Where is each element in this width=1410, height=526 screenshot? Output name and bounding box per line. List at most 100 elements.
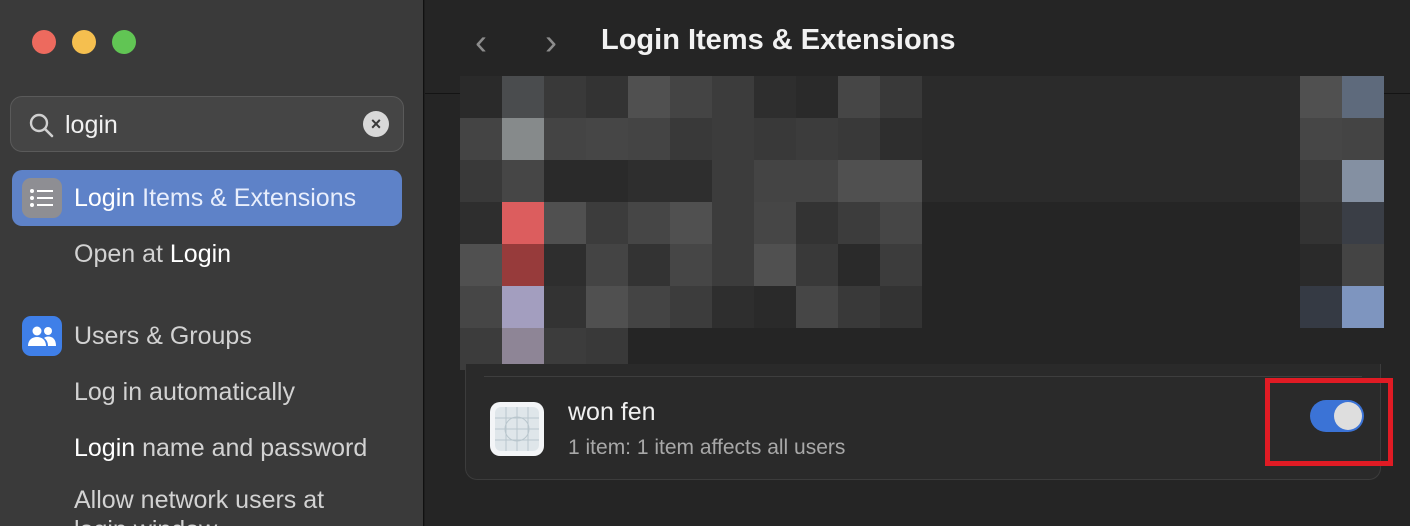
mosaic-cell bbox=[964, 76, 1006, 118]
mosaic-cell bbox=[1090, 202, 1132, 244]
mosaic-cell bbox=[628, 160, 670, 202]
mosaic-cell bbox=[460, 286, 502, 328]
mosaic-cell bbox=[1342, 244, 1384, 286]
mosaic-cell bbox=[796, 202, 838, 244]
mosaic-cell bbox=[838, 118, 880, 160]
mosaic-cell bbox=[1174, 202, 1216, 244]
mosaic-cell bbox=[880, 160, 922, 202]
mosaic-cell bbox=[1132, 160, 1174, 202]
mosaic-cell bbox=[670, 76, 712, 118]
mosaic-cell bbox=[502, 286, 544, 328]
mosaic-cell bbox=[754, 118, 796, 160]
mosaic-cell bbox=[628, 202, 670, 244]
mosaic-cell bbox=[628, 286, 670, 328]
mosaic-cell bbox=[586, 244, 628, 286]
close-button[interactable] bbox=[32, 30, 56, 54]
sidebar-sub-allow-network-users[interactable]: Allow network users at bbox=[74, 486, 324, 515]
mosaic-cell bbox=[712, 244, 754, 286]
mosaic-cell bbox=[1006, 160, 1048, 202]
forward-button[interactable]: › bbox=[531, 22, 571, 62]
mosaic-cell bbox=[1090, 160, 1132, 202]
mosaic-cell bbox=[544, 160, 586, 202]
mosaic-cell bbox=[670, 160, 712, 202]
mosaic-cell bbox=[754, 76, 796, 118]
sidebar-item-users-groups[interactable]: Users & Groups bbox=[12, 308, 402, 364]
back-button[interactable]: ‹ bbox=[461, 22, 501, 62]
mosaic-cell bbox=[922, 244, 964, 286]
mosaic-cell bbox=[1300, 160, 1342, 202]
mosaic-cell bbox=[880, 286, 922, 328]
mosaic-cell bbox=[1216, 118, 1258, 160]
sidebar-item-login-items[interactable]: Login Items & Extensions bbox=[12, 170, 402, 226]
sidebar-item-match: Login bbox=[74, 183, 136, 212]
mosaic-cell bbox=[922, 76, 964, 118]
mosaic-cell bbox=[628, 244, 670, 286]
mosaic-cell bbox=[922, 286, 964, 328]
zoom-button[interactable] bbox=[112, 30, 136, 54]
mosaic-cell bbox=[1216, 286, 1258, 328]
mosaic-cell bbox=[1216, 244, 1258, 286]
app-icon bbox=[490, 402, 544, 456]
mosaic-cell bbox=[712, 160, 754, 202]
sidebar-sub-label: Allow network users at bbox=[74, 486, 325, 514]
mosaic-cell bbox=[880, 76, 922, 118]
mosaic-cell bbox=[880, 118, 922, 160]
clear-search-icon[interactable]: × bbox=[363, 111, 389, 137]
mosaic-cell bbox=[1300, 202, 1342, 244]
sidebar-sub-login-name-password[interactable]: Login name and password bbox=[74, 434, 367, 463]
search-icon bbox=[29, 113, 54, 138]
mosaic-cell bbox=[754, 286, 796, 328]
mosaic-cell bbox=[544, 286, 586, 328]
sidebar-item-label: Items & Extensions bbox=[135, 183, 357, 212]
mosaic-cell bbox=[1132, 244, 1174, 286]
mosaic-cell bbox=[502, 244, 544, 286]
mosaic-cell bbox=[1048, 286, 1090, 328]
mosaic-cell bbox=[1006, 118, 1048, 160]
mosaic-cell bbox=[1132, 286, 1174, 328]
mosaic-cell bbox=[712, 202, 754, 244]
sidebar-sub-log-in-automatically[interactable]: Log in automatically bbox=[74, 378, 295, 407]
mosaic-cell bbox=[754, 202, 796, 244]
mosaic-cell bbox=[1048, 76, 1090, 118]
mosaic-cell bbox=[544, 244, 586, 286]
mosaic-cell bbox=[796, 160, 838, 202]
search-field[interactable]: × bbox=[10, 96, 404, 152]
mosaic-cell bbox=[1048, 160, 1090, 202]
mosaic-cell bbox=[628, 118, 670, 160]
mosaic-cell bbox=[1300, 118, 1342, 160]
mosaic-cell bbox=[670, 202, 712, 244]
mosaic-cell bbox=[1132, 76, 1174, 118]
mosaic-cell bbox=[1174, 244, 1216, 286]
mosaic-cell bbox=[1006, 202, 1048, 244]
mosaic-cell bbox=[1300, 76, 1342, 118]
mosaic-cell bbox=[922, 202, 964, 244]
mosaic-cell bbox=[1090, 76, 1132, 118]
mosaic-cell bbox=[544, 202, 586, 244]
mosaic-cell bbox=[586, 160, 628, 202]
mosaic-cell bbox=[796, 118, 838, 160]
highlight-annotation bbox=[1265, 378, 1393, 466]
mosaic-cell bbox=[502, 202, 544, 244]
divider bbox=[484, 376, 1362, 377]
mosaic-cell bbox=[586, 202, 628, 244]
mosaic-cell bbox=[1342, 76, 1384, 118]
sidebar-sub-label: Open at bbox=[74, 240, 170, 268]
mosaic-cell bbox=[1090, 118, 1132, 160]
sidebar-sub-label: Log in automatically bbox=[74, 378, 295, 406]
mosaic-cell bbox=[838, 160, 880, 202]
mosaic-cell bbox=[1090, 244, 1132, 286]
minimize-button[interactable] bbox=[72, 30, 96, 54]
mosaic-cell bbox=[586, 286, 628, 328]
mosaic-cell bbox=[754, 160, 796, 202]
mosaic-cell bbox=[964, 286, 1006, 328]
sidebar-sub-open-at-login[interactable]: Open at Login bbox=[74, 240, 231, 269]
mosaic-cell bbox=[460, 118, 502, 160]
mosaic-cell bbox=[1342, 118, 1384, 160]
mosaic-cell bbox=[1216, 160, 1258, 202]
mosaic-cell bbox=[964, 118, 1006, 160]
mosaic-cell bbox=[838, 286, 880, 328]
mosaic-cell bbox=[586, 118, 628, 160]
mosaic-cell bbox=[964, 202, 1006, 244]
search-input[interactable] bbox=[65, 105, 355, 145]
mosaic-cell bbox=[1300, 244, 1342, 286]
